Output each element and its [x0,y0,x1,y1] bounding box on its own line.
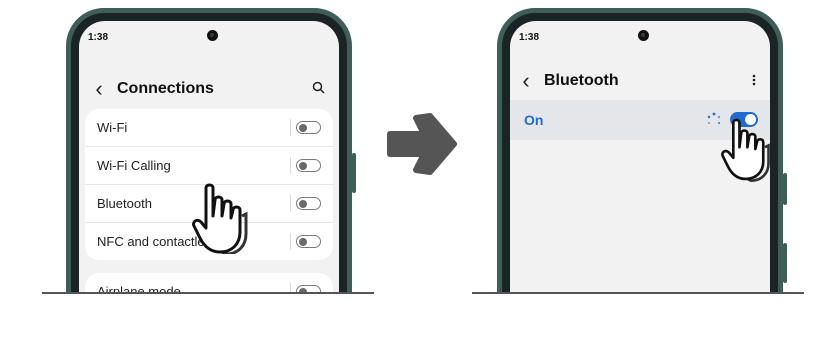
divider [290,119,291,136]
chevron-left-icon[interactable]: ‹ [514,68,538,94]
airplane-card: Airplane mode [85,273,333,293]
bluetooth-header: ‹ Bluetooth [510,66,770,96]
row-airplane[interactable]: Airplane mode [85,273,333,293]
page-title: Bluetooth [544,72,619,89]
side-button [352,153,356,193]
on-label: On [524,112,544,128]
surface-line [42,292,374,294]
divider [290,233,291,250]
row-wifi[interactable]: Wi-Fi [85,109,333,147]
side-button [783,243,787,283]
toggle-knob [298,199,307,208]
wifi-calling-toggle[interactable] [296,159,321,172]
divider [290,195,291,212]
tap-hand-icon [721,118,770,183]
row-wifi-calling[interactable]: Wi-Fi Calling [85,147,333,185]
nfc-toggle[interactable] [296,235,321,248]
row-label: Wi-Fi [97,120,128,135]
toggle-knob [298,161,307,170]
arrow-right-icon [387,113,457,175]
status-time: 1:38 [88,32,109,43]
divider [290,157,291,174]
wifi-toggle[interactable] [296,121,321,134]
bluetooth-toggle[interactable] [296,197,321,210]
front-camera [207,30,218,41]
status-time: 1:38 [519,32,540,43]
scanning-spinner-icon [707,112,721,125]
row-label: Bluetooth [97,196,152,211]
front-camera [638,30,649,41]
surface-line [472,292,804,294]
row-label: Wi-Fi Calling [97,158,171,173]
toggle-knob [298,123,307,132]
chevron-left-icon[interactable]: ‹ [87,76,111,102]
search-icon[interactable] [312,81,325,97]
page-title: Connections [117,80,214,97]
connections-header: ‹ Connections [79,74,339,104]
toggle-knob [298,237,307,246]
more-vertical-icon[interactable] [752,73,756,89]
tap-hand-icon [192,183,248,254]
